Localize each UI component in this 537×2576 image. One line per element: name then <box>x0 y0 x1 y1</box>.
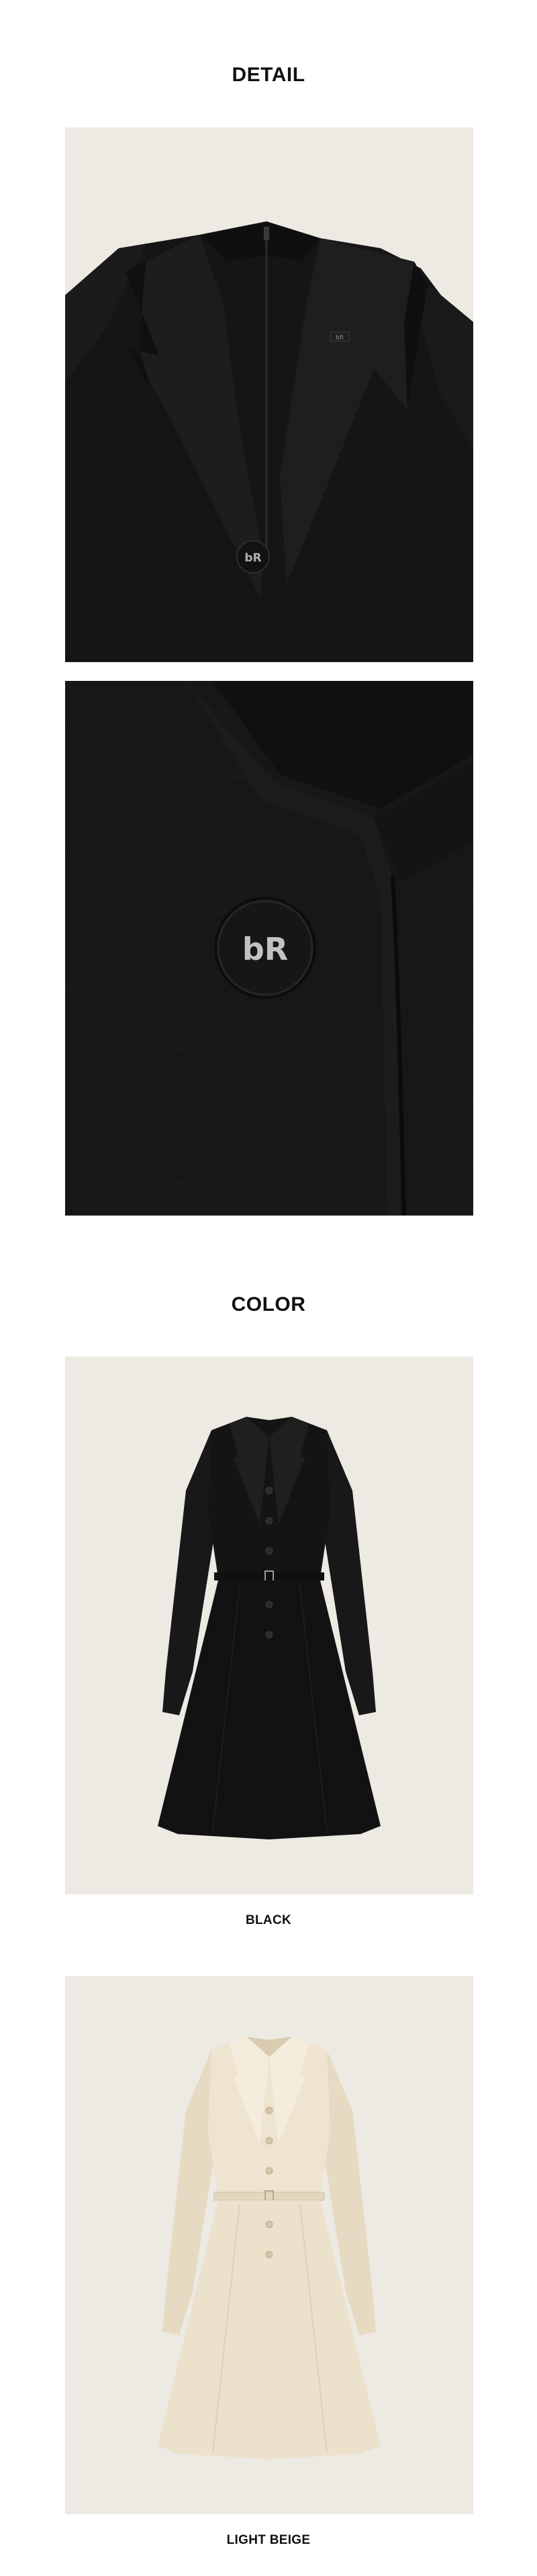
color-label-light-beige: LIGHT BEIGE <box>226 2533 311 2547</box>
detail-collar-image: bR bR <box>65 127 473 662</box>
light-beige-dress-image <box>65 1976 473 2514</box>
color-section-title: COLOR <box>231 1293 306 1316</box>
svg-text:bR: bR <box>242 931 288 967</box>
svg-text:bR: bR <box>244 551 261 565</box>
svg-text:bR: bR <box>336 335 344 341</box>
color-label-black: BLACK <box>246 1913 291 1927</box>
black-dress-image <box>65 1356 473 1894</box>
detail-button-image: bR <box>65 681 473 1216</box>
detail-section-title: DETAIL <box>232 64 305 86</box>
